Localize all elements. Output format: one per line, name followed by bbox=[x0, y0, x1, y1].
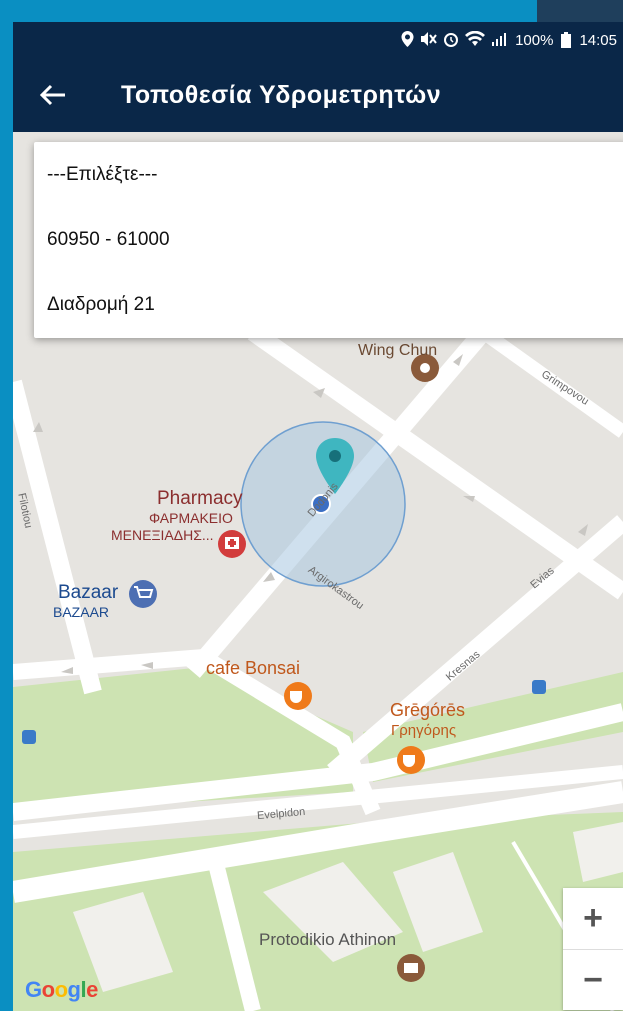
poi-label-pharmacy[interactable]: Pharmacy bbox=[157, 488, 243, 510]
clock: 14:05 bbox=[579, 31, 617, 49]
back-button[interactable] bbox=[13, 58, 93, 132]
dropdown-option[interactable]: ---Επιλέξτε--- bbox=[34, 142, 623, 207]
alarm-icon bbox=[444, 32, 459, 47]
signal-icon bbox=[492, 32, 507, 46]
bus-stop-icon[interactable] bbox=[532, 680, 546, 694]
zoom-in-button[interactable]: + bbox=[563, 888, 623, 949]
bezel-top bbox=[0, 0, 623, 22]
poi-label-bazaar[interactable]: Bazaar bbox=[58, 582, 118, 604]
route-select-dropdown[interactable]: ---Επιλέξτε--- 60950 - 61000 Διαδρομή 21 bbox=[34, 142, 623, 338]
page-title: Τοποθεσία Υδρομετρητών bbox=[121, 80, 442, 109]
cafe-icon[interactable] bbox=[397, 746, 425, 774]
dropdown-option[interactable]: Διαδρομή 21 bbox=[34, 272, 623, 337]
courthouse-icon[interactable] bbox=[397, 954, 425, 982]
app-bar: Τοποθεσία Υδρομετρητών bbox=[13, 58, 623, 132]
zoom-controls: + − bbox=[563, 888, 623, 1010]
poi-label-wing-chun[interactable]: Wing Chun bbox=[358, 342, 437, 360]
location-icon bbox=[401, 30, 414, 47]
poi-label-pharmacy-gr[interactable]: ΦΑΡΜΑΚΕΙΟ bbox=[149, 510, 233, 526]
poi-label-gregores[interactable]: Grēgórēs bbox=[390, 700, 465, 721]
wifi-icon bbox=[465, 30, 486, 46]
status-icons bbox=[401, 30, 508, 50]
bus-stop-icon[interactable] bbox=[22, 730, 36, 744]
phone-screen: 100% 14:05 Τοποθεσία Υδρομετρητών Grimpo… bbox=[13, 22, 623, 1011]
poi-label-pharmacy-name[interactable]: ΜΕΝΕΞΙΑΔΗΣ... bbox=[111, 527, 214, 543]
poi-label-bazaar-gr[interactable]: BAZAAR bbox=[53, 604, 109, 620]
battery-icon bbox=[561, 32, 572, 48]
cafe-icon[interactable] bbox=[284, 682, 312, 710]
poi-label-protodikio[interactable]: Protodikio Athinon bbox=[259, 930, 396, 950]
dropdown-option[interactable]: 60950 - 61000 bbox=[34, 207, 623, 272]
google-logo: Google bbox=[25, 977, 98, 1002]
poi-label-cafe-bonsai[interactable]: cafe Bonsai bbox=[206, 658, 300, 679]
device-frame: 100% 14:05 Τοποθεσία Υδρομετρητών Grimpo… bbox=[0, 0, 623, 1011]
poi-label-gregores-gr[interactable]: Γρηγόρης bbox=[391, 722, 456, 739]
bezel-right bbox=[537, 0, 623, 22]
bezel-left bbox=[0, 0, 13, 1011]
shopping-icon[interactable] bbox=[129, 580, 157, 608]
zoom-out-button[interactable]: − bbox=[563, 949, 623, 1011]
mute-icon bbox=[421, 31, 438, 46]
status-bar: 100% 14:05 bbox=[13, 22, 623, 58]
battery-percent: 100% bbox=[515, 31, 554, 49]
pharmacy-icon[interactable] bbox=[218, 530, 246, 558]
arrow-left-icon bbox=[40, 84, 65, 106]
